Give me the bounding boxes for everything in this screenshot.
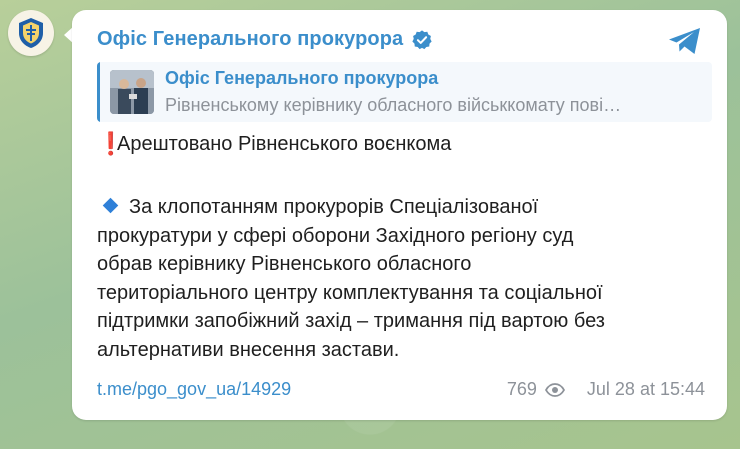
post-link[interactable]: t.me/pgo_gov_ua/14929 (97, 379, 291, 400)
reply-photo-image (110, 70, 154, 114)
channel-avatar[interactable] (8, 10, 54, 56)
verified-badge-icon (412, 29, 432, 49)
telegram-share-icon (669, 28, 700, 54)
reply-snippet: Рівненському керівнику обласного військк… (165, 95, 622, 115)
reply-accent-bar (97, 62, 100, 122)
message-bubble: Офіс Генерального прокурора Офіс Генерал… (72, 10, 727, 420)
share-button[interactable] (665, 24, 705, 58)
reply-thumbnail (110, 70, 154, 114)
body-line: підтримки запобіжний захід – тримання пі… (97, 310, 605, 333)
reply-text: Офіс Генерального прокурора Рівненському… (165, 68, 695, 116)
body-line: За клопотанням прокурорів Спеціалізовано… (97, 193, 717, 222)
message-headline: ❗ Арештовано Рівненського воєнкома (97, 131, 451, 157)
prosecutor-emblem-icon (19, 18, 43, 48)
channel-name[interactable]: Офіс Генерального прокурора (97, 28, 403, 51)
body-line: прокуратури у сфері оборони Західного ре… (97, 224, 574, 247)
message-meta: 769 Jul 28 at 15:44 (507, 379, 705, 400)
message-body: За клопотанням прокурорів Спеціалізовано… (97, 193, 717, 365)
channel-header: Офіс Генерального прокурора (97, 28, 433, 51)
reply-title: Офіс Генерального прокурора (165, 68, 439, 88)
views-count: 769 (506, 379, 537, 399)
blue-diamond-icon (102, 197, 119, 214)
body-line: альтернативи внесення застави. (97, 338, 400, 361)
message-date: Jul 28 at 15:44 (586, 379, 705, 399)
headline-text: Арештовано Рівненського воєнкома (117, 132, 452, 155)
reply-preview[interactable]: Офіс Генерального прокурора Рівненському… (97, 62, 712, 122)
body-line: обрав керівнику Рівненського обласного (97, 253, 472, 276)
red-exclamation-icon: ❗ (97, 131, 125, 156)
eye-icon (544, 382, 565, 397)
body-line: територіального центру комплектування та… (97, 281, 603, 304)
